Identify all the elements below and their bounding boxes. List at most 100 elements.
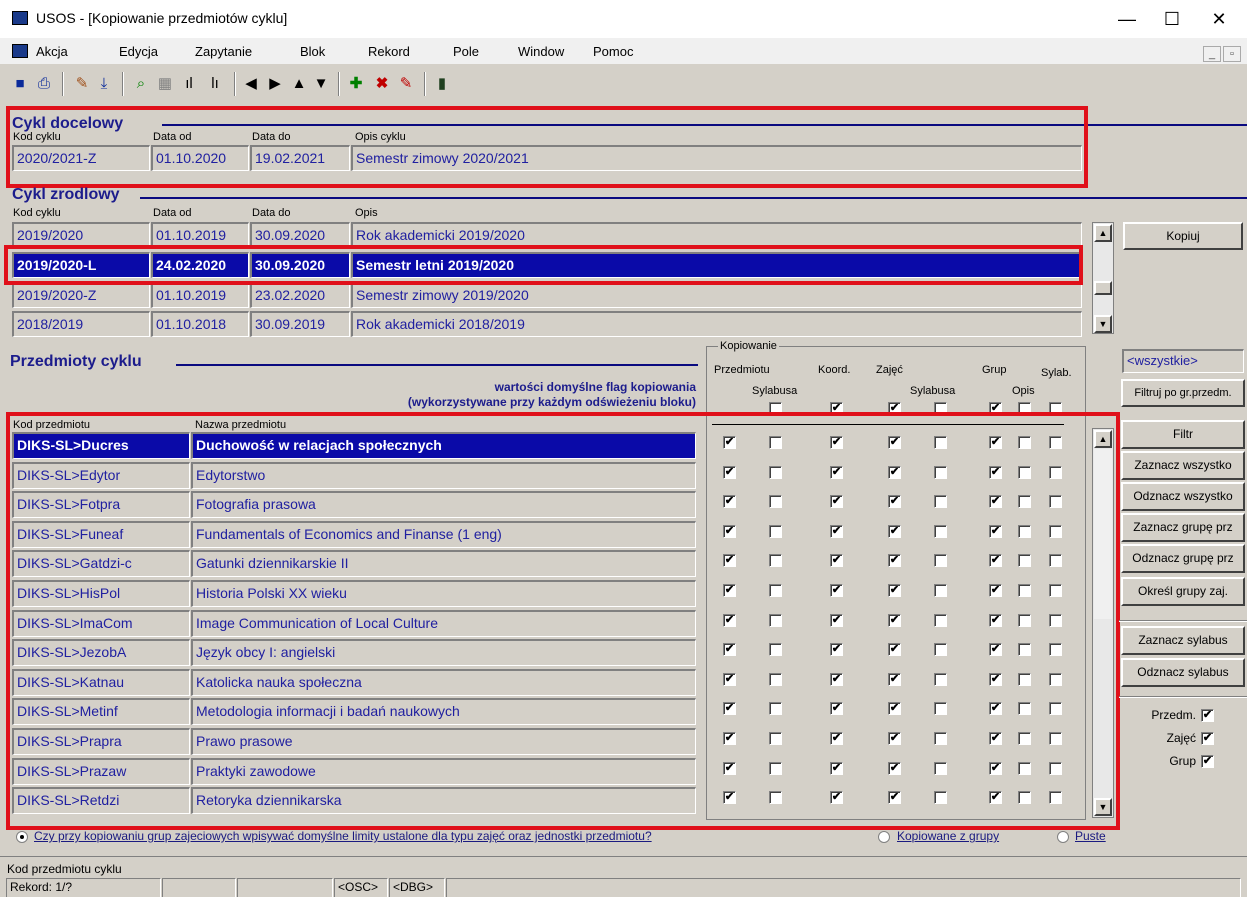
- source-to-field[interactable]: 30.09.2019: [250, 311, 350, 337]
- toolbar-separator: [122, 72, 124, 96]
- mdi-restore-icon[interactable]: ▫: [1223, 46, 1241, 62]
- col-opis: Opis: [1012, 385, 1035, 397]
- source-to-header: Data do: [252, 207, 291, 219]
- deselect-all-button[interactable]: Odznacz wszystko: [1121, 482, 1245, 511]
- app-icon: [12, 11, 28, 25]
- status-message: [446, 878, 1241, 897]
- col-przedmiotu: Przedmiotu: [714, 364, 770, 376]
- toolbar-separator: [234, 72, 236, 96]
- highlight-box: [6, 412, 1120, 830]
- defaults-note-2: (wykorzystywane przy każdym odświeżeniu …: [407, 395, 696, 409]
- group-filter-field[interactable]: <wszystkie>: [1122, 349, 1244, 373]
- menu-pole[interactable]: Pole: [453, 44, 479, 59]
- maximize-button[interactable]: ☐: [1150, 4, 1194, 34]
- title-bar: USOS - [Kopiowanie przedmiotów cyklu] — …: [0, 0, 1247, 38]
- select-syllabus-button[interactable]: Zaznacz sylabus: [1121, 626, 1245, 655]
- source-cycle-title: Cykl zrodlowy: [12, 186, 120, 203]
- defaults-note-1: wartości domyślne flag kopiowania: [494, 380, 696, 394]
- exit-icon[interactable]: ▮: [432, 74, 452, 94]
- source-desc-field[interactable]: Semestr zimowy 2019/2020: [351, 282, 1082, 308]
- toggle-label: Przedm.: [1151, 708, 1196, 722]
- toggle-checkbox[interactable]: ✔: [1201, 709, 1214, 722]
- option-empty[interactable]: Puste: [1075, 829, 1106, 843]
- scroll-thumb[interactable]: [1094, 281, 1112, 295]
- download-icon[interactable]: ⤓: [94, 74, 114, 94]
- toolbar-separator: [338, 72, 340, 96]
- section-divider: [176, 364, 698, 366]
- clear-record-icon[interactable]: ✎: [396, 74, 416, 94]
- source-to-field[interactable]: 23.02.2020: [250, 282, 350, 308]
- highlight-box: [4, 245, 1083, 285]
- scroll-up-icon[interactable]: ▲: [1094, 430, 1112, 448]
- toolbar-separator: [424, 72, 426, 96]
- col-sylabusa-1: Sylabusa: [752, 385, 798, 397]
- stats-icon[interactable]: lı: [204, 74, 226, 94]
- scroll-down-icon[interactable]: ▼: [1094, 798, 1112, 816]
- menu-edycja[interactable]: Edycja: [119, 44, 158, 59]
- source-code-header: Kod cyklu: [13, 207, 61, 219]
- source-from-header: Data od: [153, 207, 192, 219]
- source-scrollbar[interactable]: ▲ ▼: [1092, 222, 1114, 334]
- next-block-icon[interactable]: ▶: [266, 74, 284, 94]
- default-limits-question[interactable]: Czy przy kopiowaniu grup zajeciowych wpi…: [34, 829, 652, 843]
- source-from-field[interactable]: 01.10.2018: [151, 311, 249, 337]
- section-divider: [140, 197, 1247, 199]
- select-all-button[interactable]: Zaznacz wszystko: [1121, 451, 1245, 480]
- copy-button[interactable]: Kopiuj: [1123, 222, 1243, 250]
- source-code-field[interactable]: 2019/2020-Z: [12, 282, 150, 308]
- option-copied-from-group[interactable]: Kopiowane z grupy: [897, 829, 999, 843]
- menu-blok[interactable]: Blok: [300, 44, 325, 59]
- source-code-field[interactable]: 2018/2019: [12, 311, 150, 337]
- execute-query-icon[interactable]: ▦: [154, 74, 176, 94]
- select-group-button[interactable]: Zaznacz grupę prz: [1121, 513, 1245, 542]
- deselect-syllabus-button[interactable]: Odznacz sylabus: [1121, 658, 1245, 687]
- print-icon[interactable]: ⎙: [34, 74, 54, 94]
- define-class-groups-button[interactable]: Określ grupy zaj.: [1121, 577, 1245, 606]
- source-desc-field[interactable]: Rok akademicki 2018/2019: [351, 311, 1082, 337]
- col-sylab: Sylab.: [1041, 367, 1072, 379]
- radio-empty[interactable]: [1057, 831, 1069, 843]
- scroll-thumb[interactable]: [1094, 449, 1112, 619]
- subjects-scrollbar[interactable]: ▲ ▼: [1092, 428, 1114, 818]
- toggle-label: Grup: [1169, 754, 1196, 768]
- edit-icon[interactable]: ✎: [72, 74, 92, 94]
- filter-by-group-button[interactable]: Filtruj po gr.przedm.: [1121, 379, 1245, 407]
- count-icon[interactable]: ıl: [178, 74, 200, 94]
- menu-pomoc[interactable]: Pomoc: [593, 44, 633, 59]
- enter-query-icon[interactable]: ⌕: [130, 74, 152, 94]
- subjects-title: Przedmioty cyklu: [10, 353, 142, 370]
- source-from-field[interactable]: 01.10.2019: [151, 282, 249, 308]
- radio-default-limits[interactable]: [16, 831, 28, 843]
- menu-bar: Akcja Edycja Zapytanie Blok Rekord Pole …: [0, 38, 1247, 64]
- scroll-down-icon[interactable]: ▼: [1094, 315, 1112, 333]
- insert-record-icon[interactable]: ✚: [346, 74, 366, 94]
- toggle-checkbox[interactable]: ✔: [1201, 732, 1214, 745]
- menu-akcja[interactable]: Akcja: [36, 44, 68, 59]
- filter-button[interactable]: Filtr: [1121, 420, 1245, 449]
- panel-divider: [1119, 696, 1247, 698]
- scroll-up-icon[interactable]: ▲: [1094, 224, 1112, 242]
- highlight-box: [6, 106, 1088, 188]
- mdi-window-controls: _ ▫: [1201, 46, 1241, 62]
- app-menu-icon[interactable]: [12, 44, 28, 58]
- delete-record-icon[interactable]: ✖: [372, 74, 392, 94]
- panel-divider: [1119, 620, 1247, 622]
- menu-zapytanie[interactable]: Zapytanie: [195, 44, 252, 59]
- copy-group-title: Kopiowanie: [718, 340, 779, 352]
- toggle-checkbox[interactable]: ✔: [1201, 755, 1214, 768]
- toolbar-separator: [62, 72, 64, 96]
- minimize-button[interactable]: —: [1105, 4, 1149, 34]
- mdi-minimize-icon[interactable]: _: [1203, 46, 1221, 62]
- close-button[interactable]: ✕: [1197, 4, 1241, 34]
- next-record-icon[interactable]: ▼: [312, 74, 330, 94]
- prev-block-icon[interactable]: ◀: [242, 74, 260, 94]
- deselect-group-button[interactable]: Odznacz grupę prz: [1121, 544, 1245, 573]
- prev-record-icon[interactable]: ▲: [290, 74, 308, 94]
- col-zajec: Zajęć: [876, 364, 903, 376]
- radio-copied-from-group[interactable]: [878, 831, 890, 843]
- save-icon[interactable]: ■: [10, 74, 30, 94]
- toggle-label: Zajęć: [1166, 731, 1196, 745]
- menu-window[interactable]: Window: [518, 44, 564, 59]
- menu-rekord[interactable]: Rekord: [368, 44, 410, 59]
- osc-indicator: <OSC>: [334, 878, 388, 897]
